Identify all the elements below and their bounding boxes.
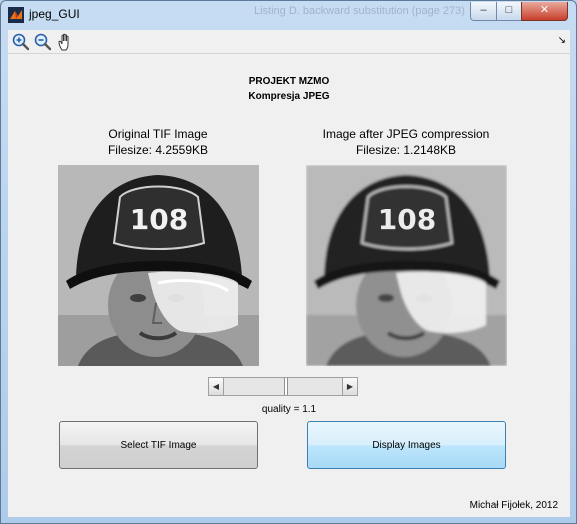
select-tif-image-button[interactable]: Select TIF Image: [59, 421, 258, 469]
original-filesize: Filesize: 4.2559KB: [107, 143, 209, 157]
original-image: 108: [58, 165, 259, 366]
quality-slider[interactable]: ◀ ▶: [208, 377, 358, 396]
pan-hand-icon[interactable]: [56, 32, 76, 52]
original-image-title: Original TIF Image: [108, 127, 208, 141]
quality-label: quality = 1.1: [261, 404, 317, 415]
slider-thumb[interactable]: [284, 378, 289, 395]
close-button[interactable]: ✕: [521, 2, 568, 21]
matlab-icon: [8, 7, 24, 23]
figure-panel: PROJEKT MZMO Kompresja JPEG Original TIF…: [8, 54, 570, 517]
slider-right-arrow-icon[interactable]: ▶: [342, 378, 357, 395]
compressed-image-title: Image after JPEG compression: [322, 127, 490, 141]
author-credit: Michał Fijołek, 2012: [469, 500, 558, 511]
slider-left-arrow-icon[interactable]: ◀: [209, 378, 224, 395]
project-title: PROJEKT MZMO: [248, 76, 330, 87]
compressed-helmet-number: 108: [378, 203, 436, 236]
compressed-filesize: Filesize: 1.2148KB: [355, 143, 457, 157]
dock-arrow-icon[interactable]: ↘: [558, 35, 566, 46]
original-helmet-number: 108: [130, 203, 188, 236]
display-images-button[interactable]: Display Images: [307, 421, 506, 469]
project-subtitle: Kompresja JPEG: [248, 91, 330, 102]
figure-toolbar: ↘: [8, 30, 570, 54]
compressed-image: 108: [306, 165, 507, 366]
maximize-button[interactable]: □: [496, 2, 522, 21]
title-bar[interactable]: jpeg_GUI Listing D. backward substitutio…: [1, 1, 576, 29]
zoom-out-icon[interactable]: [33, 32, 53, 52]
window-title: jpeg_GUI: [29, 7, 80, 21]
background-window-title: Listing D. backward substitution (page 2…: [254, 5, 465, 17]
zoom-in-icon[interactable]: [11, 32, 31, 52]
app-window: jpeg_GUI Listing D. backward substitutio…: [0, 0, 577, 524]
minimize-button[interactable]: –: [470, 2, 497, 21]
